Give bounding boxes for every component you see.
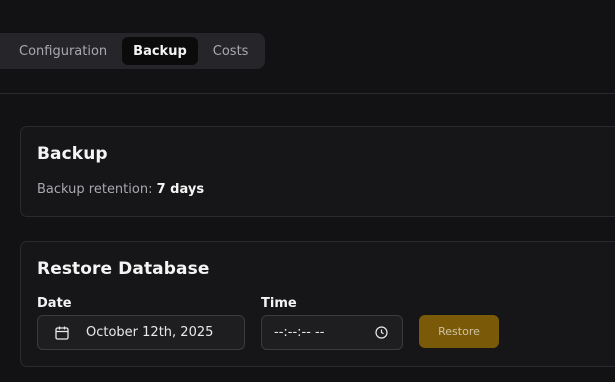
clock-icon[interactable] — [375, 326, 388, 339]
backup-retention-label: Backup retention: — [37, 182, 153, 197]
calendar-icon — [54, 325, 70, 341]
tab-bar: Configuration Backup Costs — [0, 33, 265, 69]
time-value: --:--:-- -- — [274, 325, 325, 340]
date-value: October 12th, 2025 — [86, 325, 214, 340]
backup-card-title: Backup — [37, 144, 108, 164]
backup-card: Backup Backup retention: 7 days — [20, 126, 615, 217]
date-label: Date — [37, 296, 72, 311]
backup-retention-value: 7 days — [156, 182, 205, 197]
divider — [0, 93, 615, 94]
tab-configuration[interactable]: Configuration — [8, 37, 118, 65]
restore-button[interactable]: Restore — [419, 315, 499, 348]
date-picker[interactable]: October 12th, 2025 — [37, 315, 245, 350]
restore-card-title: Restore Database — [37, 259, 210, 279]
page: Configuration Backup Costs Backup Backup… — [0, 0, 615, 382]
tab-backup[interactable]: Backup — [122, 37, 198, 65]
restore-database-card: Restore Database Date Time October 12th,… — [20, 241, 615, 367]
tab-costs[interactable]: Costs — [202, 37, 260, 65]
backup-retention: Backup retention: 7 days — [37, 182, 204, 197]
time-label: Time — [261, 296, 297, 311]
time-input[interactable]: --:--:-- -- — [261, 315, 403, 350]
